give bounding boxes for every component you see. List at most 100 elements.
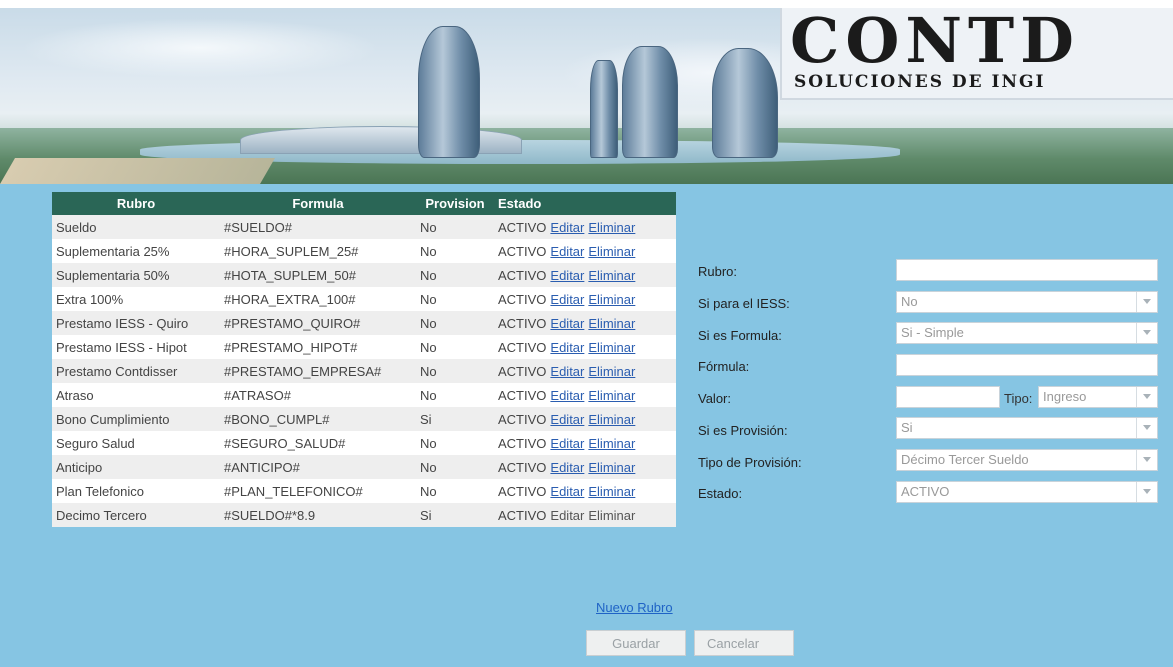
delete-link[interactable]: Eliminar: [588, 508, 635, 523]
edit-link[interactable]: Editar: [550, 364, 584, 379]
cell-estado: ACTIVO: [498, 483, 547, 499]
provision-type-label: Tipo de Provisión:: [698, 455, 802, 470]
formula-input[interactable]: [896, 354, 1158, 376]
formula-type-select-value: Si - Simple: [901, 325, 964, 340]
tipo-select[interactable]: Ingreso: [1038, 386, 1158, 408]
edit-link[interactable]: Editar: [550, 268, 584, 283]
cell-formula: #SUELDO#: [220, 215, 416, 239]
cell-estado: ACTIVO: [498, 243, 547, 259]
delete-link[interactable]: Eliminar: [588, 484, 635, 499]
header-banner: CONTD SOLUCIONES DE INGI: [0, 8, 1173, 184]
cell-provision: No: [416, 311, 494, 335]
company-logo: CONTD SOLUCIONES DE INGI: [780, 8, 1173, 100]
cell-estado: ACTIVO: [498, 219, 547, 235]
table-row: Extra 100% #HORA_EXTRA_100# No ACTIVO Editar…: [52, 287, 676, 311]
table-row: Prestamo IESS - Hipot #PRESTAMO_HIPOT# No A…: [52, 335, 676, 359]
valor-label: Valor:: [698, 391, 731, 406]
cell-rubro: Prestamo IESS - Quiro: [52, 311, 220, 335]
edit-link[interactable]: Editar: [550, 436, 584, 451]
edit-link[interactable]: Editar: [550, 316, 584, 331]
banner-beach: [0, 158, 276, 184]
table-row: Sueldo #SUELDO# No ACTIVO Editar Eliminar: [52, 215, 676, 239]
cell-formula: #PRESTAMO_HIPOT#: [220, 335, 416, 359]
cell-rubro: Atraso: [52, 383, 220, 407]
chevron-down-icon: [1143, 489, 1151, 494]
banner-cloud: [20, 18, 380, 78]
provision-type-select[interactable]: Décimo Tercer Sueldo: [896, 449, 1158, 471]
table-row: Plan Telefonico #PLAN_TELEFONICO# No ACTIVO…: [52, 479, 676, 503]
formula-label: Fórmula:: [698, 359, 750, 374]
cell-rubro: Bono Cumplimiento: [52, 407, 220, 431]
cell-estado-actions: ACTIVO Editar Eliminar: [494, 503, 676, 527]
delete-link[interactable]: Eliminar: [588, 268, 635, 283]
chevron-down-icon: [1143, 394, 1151, 399]
estado-select-value: ACTIVO: [901, 484, 950, 499]
edit-link[interactable]: Editar: [550, 412, 584, 427]
cell-formula: #SEGURO_SALUD#: [220, 431, 416, 455]
edit-link[interactable]: Editar: [550, 340, 584, 355]
cell-formula: #ANTICIPO#: [220, 455, 416, 479]
rubro-label: Rubro:: [698, 264, 738, 279]
cancel-button[interactable]: Cancelar: [694, 630, 794, 656]
table-row: Decimo Tercero #SUELDO#*8.9 Si ACTIVO Editar…: [52, 503, 676, 527]
delete-link[interactable]: Eliminar: [588, 412, 635, 427]
edit-link[interactable]: Editar: [550, 220, 584, 235]
cell-estado-actions: ACTIVO Editar Eliminar: [494, 335, 676, 359]
tipo-label: Tipo:: [1004, 391, 1033, 406]
cell-formula: #PRESTAMO_EMPRESA#: [220, 359, 416, 383]
cell-provision: No: [416, 383, 494, 407]
rubro-input[interactable]: [896, 259, 1158, 281]
chevron-down-icon: [1143, 457, 1151, 462]
provision-label: Si es Provisión:: [698, 423, 788, 438]
delete-link[interactable]: Eliminar: [588, 244, 635, 259]
edit-link[interactable]: Editar: [550, 484, 584, 499]
edit-link[interactable]: Editar: [550, 508, 584, 523]
edit-link[interactable]: Editar: [550, 388, 584, 403]
cell-provision: No: [416, 287, 494, 311]
banner-tower: [418, 26, 480, 158]
cell-estado-actions: ACTIVO Editar Eliminar: [494, 311, 676, 335]
delete-link[interactable]: Eliminar: [588, 364, 635, 379]
delete-link[interactable]: Eliminar: [588, 292, 635, 307]
delete-link[interactable]: Eliminar: [588, 340, 635, 355]
valor-input[interactable]: [896, 386, 1000, 408]
table-row: Suplementaria 25% #HORA_SUPLEM_25# No ACTIV…: [52, 239, 676, 263]
cell-estado-actions: ACTIVO Editar Eliminar: [494, 239, 676, 263]
chevron-down-icon: [1143, 330, 1151, 335]
cell-estado-actions: ACTIVO Editar Eliminar: [494, 479, 676, 503]
cell-rubro: Decimo Tercero: [52, 503, 220, 527]
cell-estado-actions: ACTIVO Editar Eliminar: [494, 263, 676, 287]
banner-tower: [712, 48, 778, 158]
delete-link[interactable]: Eliminar: [588, 460, 635, 475]
logo-title: CONTD: [790, 8, 1080, 77]
formula-type-select[interactable]: Si - Simple: [896, 322, 1158, 344]
edit-link[interactable]: Editar: [550, 244, 584, 259]
cell-estado-actions: ACTIVO Editar Eliminar: [494, 215, 676, 239]
table-header-row: Rubro Formula Provision Estado: [52, 192, 676, 215]
delete-link[interactable]: Eliminar: [588, 316, 635, 331]
edit-link[interactable]: Editar: [550, 460, 584, 475]
estado-select[interactable]: ACTIVO: [896, 481, 1158, 503]
cell-formula: #SUELDO#*8.9: [220, 503, 416, 527]
cell-estado-actions: ACTIVO Editar Eliminar: [494, 407, 676, 431]
delete-link[interactable]: Eliminar: [588, 220, 635, 235]
save-button[interactable]: Guardar: [586, 630, 686, 656]
estado-label: Estado:: [698, 486, 743, 501]
cell-formula: #HORA_SUPLEM_25#: [220, 239, 416, 263]
delete-link[interactable]: Eliminar: [588, 436, 635, 451]
delete-link[interactable]: Eliminar: [588, 388, 635, 403]
iess-label: Si para el IESS:: [698, 296, 790, 311]
iess-select-value: No: [901, 294, 918, 309]
cell-formula: #BONO_CUMPL#: [220, 407, 416, 431]
cell-estado-actions: ACTIVO Editar Eliminar: [494, 287, 676, 311]
cell-estado: ACTIVO: [498, 267, 547, 283]
edit-link[interactable]: Editar: [550, 292, 584, 307]
cell-formula: #HORA_EXTRA_100#: [220, 287, 416, 311]
new-rubro-link[interactable]: Nuevo Rubro: [596, 600, 673, 615]
cell-estado-actions: ACTIVO Editar Eliminar: [494, 359, 676, 383]
provision-select[interactable]: Si: [896, 417, 1158, 439]
cell-formula: #PRESTAMO_QUIRO#: [220, 311, 416, 335]
banner-tower: [590, 60, 618, 158]
cell-rubro: Seguro Salud: [52, 431, 220, 455]
iess-select[interactable]: No: [896, 291, 1158, 313]
